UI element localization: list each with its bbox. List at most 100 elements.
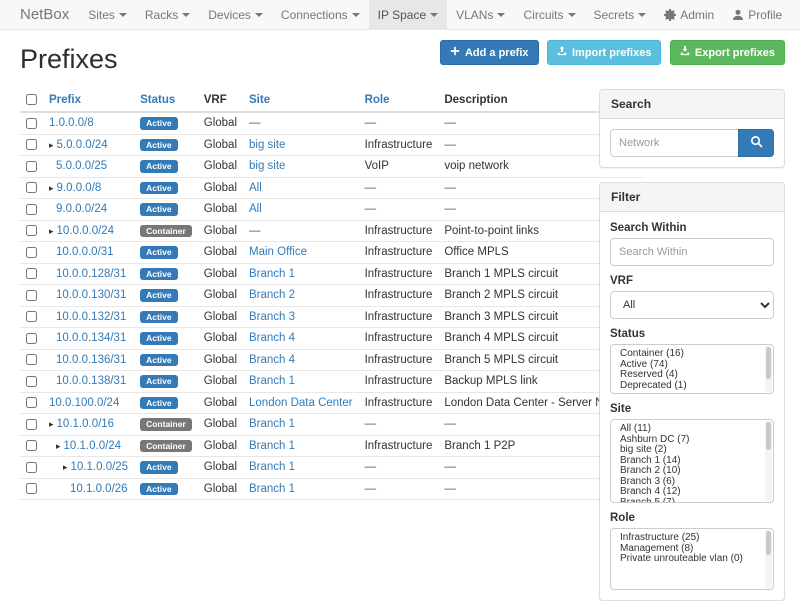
site-link[interactable]: Branch 2 [249,289,295,301]
row-checkbox[interactable] [26,290,37,301]
listbox-option[interactable]: Branch 2 (10) [611,466,773,477]
status-badge[interactable]: Active [140,268,178,281]
site-link[interactable]: Branch 1 [249,268,295,280]
status-badge[interactable]: Active [140,182,178,195]
status-listbox[interactable]: Container (16)Active (74)Reserved (4)Dep… [610,344,774,394]
row-checkbox[interactable] [26,118,37,129]
row-checkbox[interactable] [26,440,37,451]
listbox-option[interactable]: Deprecated (1) [611,381,773,392]
row-checkbox[interactable] [26,161,37,172]
site-link[interactable]: Branch 1 [249,483,295,495]
search-within-input[interactable] [610,238,774,266]
prefix-link[interactable]: 10.1.0.0/16 [57,418,115,430]
listbox-option[interactable]: Private unrouteable vlan (0) [611,554,773,565]
scrollbar[interactable] [765,421,772,501]
status-badge[interactable]: Active [140,139,178,152]
prefix-link[interactable]: 10.0.0.134/31 [56,332,126,344]
scrollbar-thumb[interactable] [766,347,771,379]
status-badge[interactable]: Active [140,375,178,388]
listbox-option[interactable]: All (11) [611,424,773,435]
nav-item-ip-space[interactable]: IP Space [369,0,447,29]
prefix-link[interactable]: 9.0.0.0/24 [56,203,107,215]
export-prefixes-button[interactable]: Export prefixes [670,40,785,65]
row-checkbox[interactable] [26,397,37,408]
prefix-link[interactable]: 10.0.0.136/31 [56,354,126,366]
scrollbar-thumb[interactable] [766,531,771,555]
column-header-site[interactable]: Site [243,89,359,112]
listbox-option[interactable]: Reserved (4) [611,370,773,381]
scrollbar[interactable] [765,530,772,588]
prefix-link[interactable]: 10.0.0.130/31 [56,289,126,301]
row-checkbox[interactable] [26,311,37,322]
status-badge[interactable]: Container [140,440,192,453]
prefix-link[interactable]: 10.0.100.0/24 [49,397,119,409]
nav-item-connections[interactable]: Connections [272,0,369,29]
site-link[interactable]: All [249,182,262,194]
nav-item-admin[interactable]: Admin [655,0,723,29]
add-prefix-button[interactable]: Add a prefix [440,40,539,65]
site-link[interactable]: Branch 4 [249,332,295,344]
listbox-option[interactable]: Management (8) [611,544,773,555]
status-badge[interactable]: Active [140,332,178,345]
prefix-link[interactable]: 10.0.0.138/31 [56,375,126,387]
prefix-link[interactable]: 9.0.0.0/8 [57,182,102,194]
row-checkbox[interactable] [26,247,37,258]
select-all-checkbox[interactable] [26,94,37,105]
prefix-link[interactable]: 10.0.0.0/24 [57,225,115,237]
scrollbar-thumb[interactable] [766,422,771,450]
status-badge[interactable]: Active [140,289,178,302]
prefix-link[interactable]: 5.0.0.0/25 [56,160,107,172]
column-header-role[interactable]: Role [359,89,439,112]
row-checkbox[interactable] [26,225,37,236]
site-listbox[interactable]: All (11)Ashburn DC (7)big site (2)Branch… [610,419,774,503]
site-link[interactable]: Branch 3 [249,311,295,323]
prefix-link[interactable]: 10.0.0.0/31 [56,246,114,258]
app-brand[interactable]: NetBox [0,0,79,29]
column-header-prefix[interactable]: Prefix [43,89,134,112]
nav-item-secrets[interactable]: Secrets [585,0,656,29]
row-checkbox[interactable] [26,376,37,387]
status-badge[interactable]: Active [140,160,178,173]
nav-item-racks[interactable]: Racks [136,0,199,29]
row-checkbox[interactable] [26,419,37,430]
status-badge[interactable]: Active [140,203,178,216]
prefix-link[interactable]: 1.0.0.0/8 [49,117,94,129]
status-badge[interactable]: Container [140,418,192,431]
site-link[interactable]: Branch 1 [249,375,295,387]
nav-item-vlans[interactable]: VLANs [447,0,514,29]
column-header-status[interactable]: Status [134,89,198,112]
site-link[interactable]: London Data Center [249,397,353,409]
status-badge[interactable]: Active [140,117,178,130]
scrollbar[interactable] [765,346,772,392]
prefix-link[interactable]: 10.1.0.0/24 [64,440,122,452]
nav-item-sites[interactable]: Sites [79,0,136,29]
site-link[interactable]: Branch 4 [249,354,295,366]
status-badge[interactable]: Container [140,225,192,238]
nav-item-profile[interactable]: Profile [723,0,791,29]
site-link[interactable]: big site [249,139,285,151]
search-input[interactable] [610,129,738,157]
row-checkbox[interactable] [26,333,37,344]
site-link[interactable]: Main Office [249,246,307,258]
status-badge[interactable]: Active [140,483,178,496]
prefix-link[interactable]: 10.1.0.0/26 [70,483,128,495]
listbox-option[interactable]: Branch 5 (7) [611,498,773,504]
site-link[interactable]: Branch 1 [249,461,295,473]
site-link[interactable]: Branch 1 [249,440,295,452]
row-checkbox[interactable] [26,204,37,215]
nav-item-devices[interactable]: Devices [199,0,272,29]
row-checkbox[interactable] [26,462,37,473]
site-link[interactable]: All [249,203,262,215]
status-badge[interactable]: Active [140,397,178,410]
prefix-link[interactable]: 10.1.0.0/25 [71,461,129,473]
vrf-select[interactable]: All [610,291,774,319]
row-checkbox[interactable] [26,483,37,494]
role-listbox[interactable]: Infrastructure (25)Management (8)Private… [610,528,774,590]
status-badge[interactable]: Active [140,246,178,259]
listbox-option[interactable]: Container (16) [611,349,773,360]
listbox-option[interactable]: big site (2) [611,445,773,456]
status-badge[interactable]: Active [140,461,178,474]
prefix-link[interactable]: 10.0.0.128/31 [56,268,126,280]
row-checkbox[interactable] [26,268,37,279]
row-checkbox[interactable] [26,354,37,365]
